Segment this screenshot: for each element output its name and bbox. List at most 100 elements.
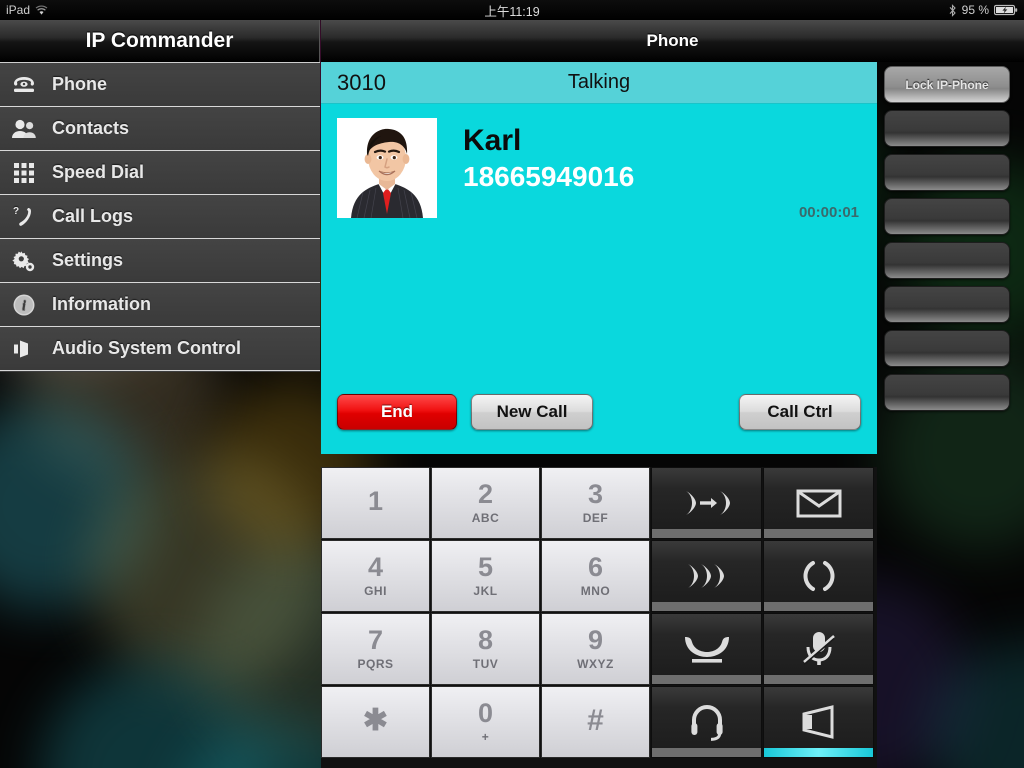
line-key-6[interactable]	[884, 286, 1010, 323]
speaker-button[interactable]	[763, 686, 874, 758]
speaker-icon	[10, 336, 38, 362]
sidebar: Phone Contacts Speed Dial ? Call Logs Se…	[0, 62, 320, 372]
caller-number: 18665949016	[463, 161, 635, 192]
hold-button[interactable]	[651, 613, 762, 685]
grid-icon	[10, 160, 38, 186]
sidebar-item-audio-system-control[interactable]: Audio System Control	[0, 327, 320, 371]
key-3[interactable]: 3 DEF	[541, 467, 650, 539]
key-6[interactable]: 6 MNO	[541, 540, 650, 612]
line-key-3[interactable]	[884, 154, 1010, 191]
call-panel: 3010 Talking Karl 18665949016 00:00:01 E…	[321, 62, 877, 454]
speaker-icon	[798, 705, 840, 739]
key-5[interactable]: 5 JKL	[431, 540, 540, 612]
key-digit: 3	[587, 479, 604, 509]
line-key-7[interactable]	[884, 330, 1010, 367]
bluetooth-icon	[948, 3, 957, 17]
avatar	[337, 118, 437, 218]
key-digit: 1	[367, 486, 384, 516]
sidebar-item-contacts[interactable]: Contacts	[0, 107, 320, 151]
sidebar-item-label: Contacts	[52, 118, 130, 138]
key-letters: DEF	[582, 511, 609, 525]
sidebar-item-information[interactable]: i Information	[0, 283, 320, 327]
key-9[interactable]: 9 WXYZ	[541, 613, 650, 685]
function-key-indicator	[652, 675, 761, 684]
line-key-2[interactable]	[884, 110, 1010, 147]
call-state-label: Talking	[567, 71, 631, 93]
lock-ip-phone-button[interactable]: Lock IP-Phone	[884, 66, 1010, 103]
key-letters: PQRS	[357, 657, 394, 671]
status-bar: iPad 上午11:19 95 %	[0, 0, 1024, 20]
line-key-8[interactable]	[884, 374, 1010, 411]
key-0[interactable]: 0 +	[431, 686, 540, 758]
key-digit: 0	[477, 698, 494, 728]
app-title: IP Commander	[85, 29, 234, 52]
key-digit: 7	[367, 625, 384, 655]
line-key-4[interactable]	[884, 198, 1010, 235]
swap-icon	[799, 557, 839, 595]
svg-text:i: i	[22, 299, 26, 314]
call-log-icon: ?	[10, 204, 38, 230]
function-key-indicator	[764, 529, 873, 538]
key-digit: 4	[367, 552, 384, 582]
key-digit: 8	[477, 625, 494, 655]
status-bar-clock: 上午11:19	[484, 4, 540, 19]
sidebar-item-label: Audio System Control	[52, 338, 242, 358]
conference-button[interactable]	[651, 540, 762, 612]
function-key-indicator	[764, 748, 873, 757]
sidebar-item-speed-dial[interactable]: Speed Dial	[0, 151, 320, 195]
key-1[interactable]: 1	[321, 467, 430, 539]
transfer-button[interactable]	[651, 467, 762, 539]
key-digit: 2	[477, 479, 494, 509]
battery-percent-label: 95 %	[961, 3, 989, 17]
key-4[interactable]: 4 GHI	[321, 540, 430, 612]
key-star[interactable]: ✱	[321, 686, 430, 758]
contacts-icon	[10, 116, 38, 142]
key-letters: GHI	[364, 584, 387, 598]
sidebar-item-label: Phone	[52, 74, 108, 94]
voicemail-button[interactable]	[763, 467, 874, 539]
wifi-icon	[35, 5, 48, 16]
new-call-button[interactable]: New Call	[471, 394, 593, 430]
key-digit: 6	[587, 552, 604, 582]
svg-text:?: ?	[13, 206, 19, 217]
key-8[interactable]: 8 TUV	[431, 613, 540, 685]
app-title-bar: IP Commander	[0, 20, 320, 62]
key-letters: ABC	[471, 511, 500, 525]
section-title-bar: Phone	[321, 20, 1024, 62]
line-keys-column: Lock IP-Phone	[884, 66, 1016, 418]
caller-name: Karl	[463, 124, 522, 157]
line-key-5[interactable]	[884, 242, 1010, 279]
key-digit: ✱	[362, 703, 389, 737]
sidebar-item-label: Call Logs	[52, 206, 134, 226]
sidebar-item-settings[interactable]: Settings	[0, 239, 320, 283]
function-key-indicator	[652, 602, 761, 611]
sidebar-item-phone[interactable]: Phone	[0, 63, 320, 107]
end-call-button[interactable]: End	[337, 394, 457, 430]
function-key-indicator	[652, 529, 761, 538]
call-header: 3010 Talking	[321, 62, 877, 104]
key-letters: MNO	[580, 584, 611, 598]
key-digit: 5	[477, 552, 494, 582]
sidebar-item-call-logs[interactable]: ? Call Logs	[0, 195, 320, 239]
call-action-buttons: End New Call Call Ctrl	[321, 394, 877, 430]
key-letters: WXYZ	[577, 657, 614, 671]
status-bar-right: 95 %	[724, 3, 1024, 17]
swap-button[interactable]	[763, 540, 874, 612]
conference-icon	[678, 559, 736, 593]
mute-button[interactable]	[763, 613, 874, 685]
voicemail-icon	[796, 486, 842, 520]
gears-icon	[10, 248, 38, 274]
call-duration: 00:00:01	[798, 204, 859, 221]
page-title: Phone	[646, 31, 699, 50]
headset-icon	[687, 702, 727, 742]
sidebar-item-label: Information	[52, 294, 151, 314]
key-2[interactable]: 2 ABC	[431, 467, 540, 539]
status-bar-left: iPad	[0, 3, 300, 17]
key-hash[interactable]: #	[541, 686, 650, 758]
call-control-button[interactable]: Call Ctrl	[739, 394, 861, 430]
function-key-indicator	[764, 675, 873, 684]
sidebar-item-label: Settings	[52, 250, 124, 270]
headset-button[interactable]	[651, 686, 762, 758]
key-7[interactable]: 7 PQRS	[321, 613, 430, 685]
key-digit: 9	[587, 625, 604, 655]
